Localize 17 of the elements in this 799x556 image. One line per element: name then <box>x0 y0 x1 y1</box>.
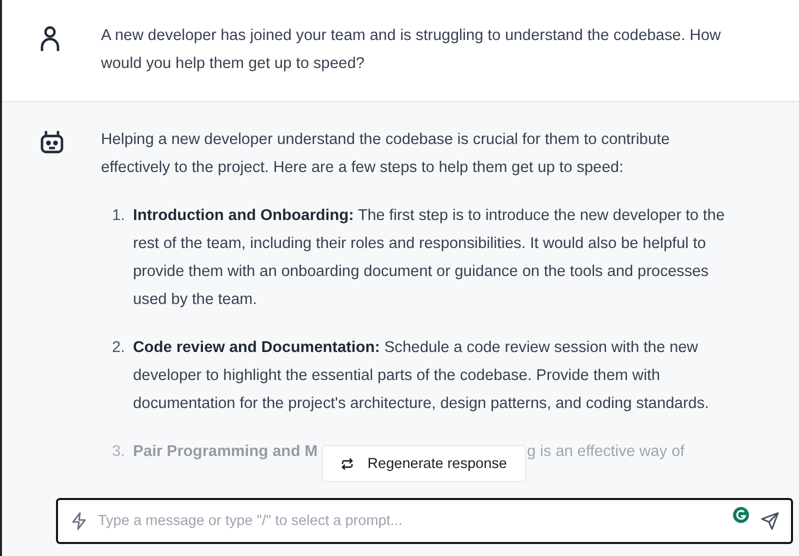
message-field[interactable]: Type a message or type "/" to select a prompt... <box>56 498 793 544</box>
message-text: Helping a new developer understand the codebase is crucial for them to contribute effectively to the project. Here are a few steps to help them get up to speed: <box>101 130 671 178</box>
message-text: A new developer has joined your team and is struggling to understand the codebase. How would you help them get up to speed? <box>101 26 722 74</box>
regenerate-button[interactable]: Regenerate response <box>322 445 526 482</box>
refresh-icon <box>341 456 354 470</box>
grammar-icon[interactable] <box>731 505 751 525</box>
robot-icon <box>40 130 64 154</box>
send-icon[interactable] <box>761 512 779 530</box>
user-icon <box>40 26 60 52</box>
list-item-text: Introduction and Onboarding: The first step is to introduce the new developer to the rest of the team, including their roles and responsibilities. It would also be helpful to provide them with an onboarding document or guidance on the tools and processes used by the team. <box>133 206 726 310</box>
list-number: 2. <box>110 338 126 358</box>
list-item-text: Code review and Documentation: Schedule a code review session with the new developer to highlight the essential parts of the codebase. Provide them with documentation for the project's architecture, design patterns, and coding standards. <box>133 338 710 414</box>
list-number: 3. <box>110 442 126 462</box>
list-item-title: Pair Programming and M <box>133 442 319 462</box>
list-number: 1. <box>110 206 126 226</box>
list-item-text: g is an effective way of <box>527 442 684 462</box>
lightning-icon <box>72 512 86 530</box>
